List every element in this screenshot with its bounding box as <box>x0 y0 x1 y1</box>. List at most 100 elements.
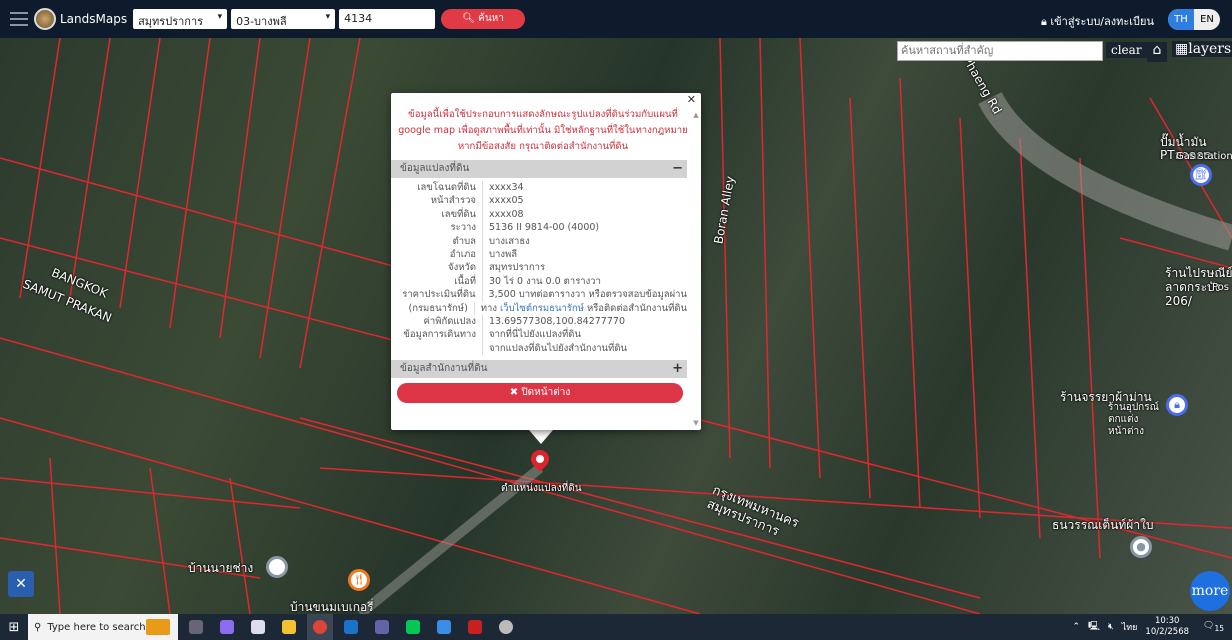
parcel-number-input[interactable]: 4134 <box>339 9 436 29</box>
language-toggle[interactable]: TH EN <box>1168 9 1220 30</box>
disclaimer-text: ข้อมูลนี้เพื่อใช้ประกอบการแสดงลักษณะรูปแ… <box>398 109 688 152</box>
close-window-button[interactable]: ✖ ปิดหน้าต่าง <box>397 383 683 403</box>
lang-en[interactable]: EN <box>1194 9 1220 30</box>
chevron-up-icon[interactable]: ⌃ <box>1072 622 1080 632</box>
layers-button[interactable]: ▦layers <box>1172 41 1232 57</box>
detail-label: จังหวัด <box>391 261 483 275</box>
detail-row: ข้อมูลการเดินทาง จากที่นี่ไปยังแปลงที่ดิน <box>391 328 687 342</box>
parcel-section-header[interactable]: ข้อมูลแปลงที่ดิน − <box>391 160 687 178</box>
map-label: Pos <box>1212 282 1230 293</box>
clock[interactable]: 10:30 10/2/2568 <box>1145 616 1189 638</box>
shop-icon[interactable]: 🔒︎ <box>1166 394 1188 416</box>
map-label: ร้านอุปกรณ์ ตกแต่งหน้าต่าง <box>1108 402 1159 437</box>
detail-row: ตำบล บางเสาธง <box>391 234 687 248</box>
office-section-header[interactable]: ข้อมูลสำนักงานที่ดิน + <box>391 360 687 378</box>
detail-value: 30 ไร่ 0 งาน 0.0 ตารางวา <box>489 275 601 287</box>
detail-row: จังหวัด สมุทรปราการ <box>391 261 687 275</box>
gas-station-icon[interactable]: ⛽︎ <box>1190 164 1212 186</box>
place-icon[interactable]: ● <box>1130 536 1152 558</box>
system-tray: ⌃ 🖳︎ 🔇︎ ไทย 10:30 10/2/2568 🗨︎15 <box>1072 614 1232 640</box>
layers-label: layers <box>1188 41 1232 57</box>
outlook-icon[interactable] <box>338 614 364 640</box>
taskbar-search[interactable]: ⚲ Type here to search <box>28 614 178 640</box>
parcel-location-label: ตำแหน่งแปลงที่ดิน <box>501 483 582 494</box>
popup-pointer <box>529 430 553 444</box>
network-icon[interactable]: 🖳︎ <box>1088 619 1100 635</box>
treasury-website-link[interactable]: เว็บไซต์กรมธนารักษ์ <box>500 303 584 314</box>
detail-value: xxxx05 <box>489 195 524 207</box>
detail-label <box>391 341 483 356</box>
login-label: เข้าสู่ระบบ/ลงทะเบียน <box>1050 15 1154 28</box>
detail-row: จากแปลงที่ดินไปยังสำนักงานที่ดิน <box>391 341 687 356</box>
file-explorer-icon[interactable] <box>276 614 302 640</box>
map-label: บ้านขนมเบเกอรี่ <box>290 600 374 614</box>
date: 10/2/2568 <box>1145 627 1190 637</box>
detail-value: บางพลี <box>489 248 518 260</box>
route-to-parcel-link[interactable]: จากที่นี่ไปยังแปลงที่ดิน <box>483 328 581 341</box>
route-to-office-link[interactable]: จากแปลงที่ดินไปยังสำนักงานที่ดิน <box>483 342 627 355</box>
detail-row: เลขโฉนดที่ดิน xxxx34 <box>391 181 687 195</box>
notifications-icon[interactable]: 🗨︎15 <box>1203 621 1224 633</box>
task-view-icon[interactable] <box>183 614 209 640</box>
copilot-icon[interactable] <box>214 614 240 640</box>
province-select[interactable]: สมุทรปราการ ▾ <box>133 9 228 29</box>
home-icon[interactable]: ⌂ <box>1147 42 1167 62</box>
menu-icon[interactable] <box>10 12 28 26</box>
brand-name: LandsMaps <box>60 12 128 26</box>
store-icon[interactable] <box>245 614 271 640</box>
map-label: Gas station <box>1176 151 1232 162</box>
detail-row: ค่าพิกัดแปลง 13.69577308,100.84277770 <box>391 314 687 329</box>
text: ทาง <box>480 302 501 314</box>
detail-label: อำเภอ <box>391 247 483 262</box>
volume-muted-icon[interactable]: 🔇︎ <box>1108 622 1114 632</box>
teams-icon[interactable] <box>369 614 395 640</box>
lang-th[interactable]: TH <box>1168 9 1194 30</box>
detail-value: ทาง เว็บไซต์กรมธนารักษ์ หรือติดต่อสำนักง… <box>475 302 687 315</box>
district-value: 03-บางพลี <box>236 15 287 28</box>
briefcase-icon <box>146 619 170 635</box>
map-label: บ้านนายช่าง <box>188 561 254 575</box>
windows-taskbar: ⊞ ⚲ Type here to search ⌃ 🖳︎ 🔇︎ ไทย 10:3… <box>0 614 1232 640</box>
place-icon[interactable] <box>266 556 288 578</box>
detail-value: xxxx34 <box>489 182 524 193</box>
close-label: ปิดหน้าต่าง <box>521 387 571 398</box>
top-navbar: LandsMaps สมุทรปราการ ▾ 03-บางพลี ▾ 4134 🔍… <box>0 0 1232 38</box>
more-button[interactable]: more <box>1190 571 1230 611</box>
windows-start-icon[interactable]: ⊞ <box>0 620 28 635</box>
photos-icon[interactable] <box>431 614 457 640</box>
lock-icon: 🔒︎ <box>1041 15 1051 28</box>
paint-icon[interactable] <box>493 614 519 640</box>
close-icon[interactable]: ✕ <box>687 93 696 106</box>
district-select[interactable]: 03-บางพลี ▾ <box>231 9 336 29</box>
detail-row: ระวาง 5136 II 9814-00 (4000) <box>391 221 687 235</box>
place-search-input[interactable] <box>897 41 1103 61</box>
layers-icon: ▦ <box>1175 41 1189 57</box>
line-icon[interactable] <box>400 614 426 640</box>
detail-value: บางเสาธง <box>489 235 530 247</box>
tools-icon[interactable]: ✕ <box>8 571 34 597</box>
chrome-icon[interactable] <box>307 614 333 640</box>
restaurant-icon[interactable]: 🍴︎ <box>348 569 370 591</box>
detail-row: (กรมธนารักษ์) ทาง เว็บไซต์กรมธนารักษ์ หรื… <box>391 301 687 315</box>
detail-row: ราคาประเมินที่ดิน 3,500 บาทต่อตารางวา หรื… <box>391 288 687 302</box>
detail-value: xxxx08 <box>489 208 524 220</box>
detail-label: (กรมธนารักษ์) <box>391 301 475 315</box>
section-title: ข้อมูลสำนักงานที่ดิน <box>400 363 488 374</box>
detail-label: เนื้อที่ <box>391 274 483 289</box>
search-button[interactable]: 🔍︎ ค้นหา <box>441 9 526 29</box>
acrobat-icon[interactable] <box>462 614 488 640</box>
chevron-down-icon: ▾ <box>217 12 223 22</box>
section-title: ข้อมูลแปลงที่ดิน <box>400 163 470 174</box>
detail-label: ค่าพิกัดแปลง <box>391 314 483 329</box>
input-language[interactable]: ไทย <box>1122 620 1138 634</box>
coordinates-link[interactable]: 13.69577308,100.84277770 <box>483 315 625 328</box>
plus-icon[interactable]: + <box>672 360 683 378</box>
search-icon: ⚲ <box>34 621 42 633</box>
landsmaps-logo[interactable] <box>34 8 56 30</box>
login-link[interactable]: 🔒︎ เข้าสู่ระบบ/ลงทะเบียน <box>1041 12 1154 30</box>
time: 10:30 <box>1154 616 1180 626</box>
popup-scrollbar[interactable]: ▲ ▼ <box>691 111 701 427</box>
taskbar-search-placeholder: Type here to search <box>47 621 146 633</box>
clear-button[interactable]: clear <box>1106 42 1147 58</box>
minus-icon[interactable]: − <box>672 160 683 178</box>
